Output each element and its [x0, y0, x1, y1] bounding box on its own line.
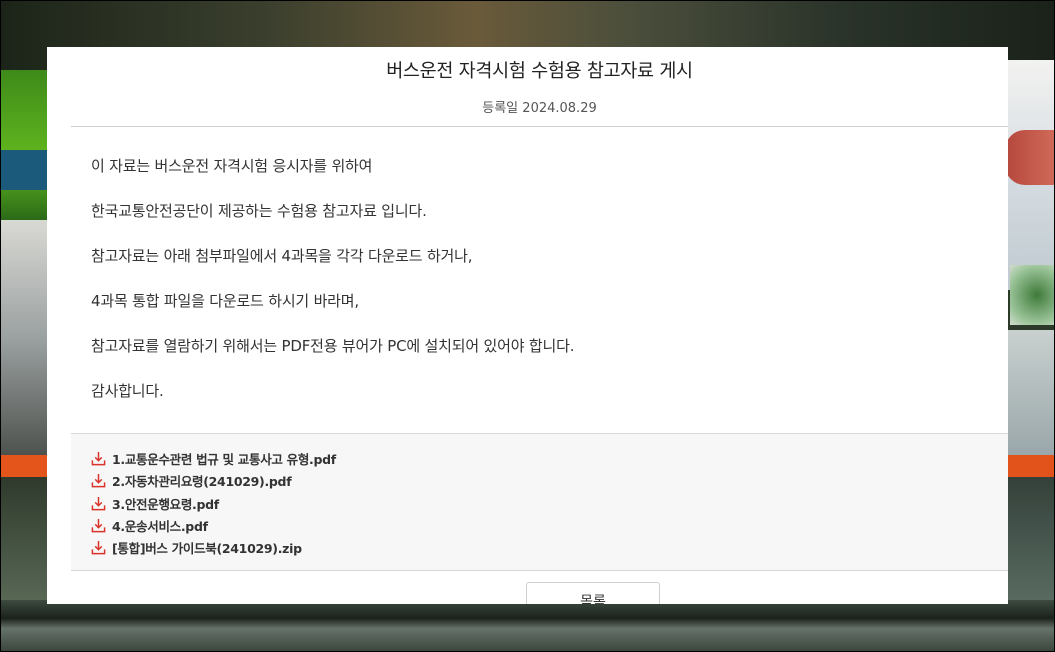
post-body: 이 자료는 버스운전 자격시험 응시자를 위하여 한국교통안전공단이 제공하는 …: [91, 154, 971, 424]
download-icon: [91, 540, 106, 554]
body-paragraph: 감사합니다.: [91, 382, 164, 400]
attachment-link[interactable]: 3.안전운행요령.pdf: [91, 493, 219, 513]
post-panel: 버스운전 자격시험 수험용 참고자료 게시 등록일 2024.08.29 이 자…: [47, 47, 1008, 604]
list-button[interactable]: 목록: [526, 582, 660, 604]
attachment-list: 1.교통운수관련 법규 및 교통사고 유형.pdf 2.자동차관리요령(2410…: [71, 433, 1008, 571]
post-title: 버스운전 자격시험 수험용 참고자료 게시: [386, 61, 693, 82]
attachment-name: 2.자동차관리요령(241029).pdf: [112, 473, 292, 489]
download-icon: [91, 473, 106, 487]
post-date-row: 등록일 2024.08.29: [71, 97, 1008, 116]
body-paragraph: 참고자료는 아래 첨부파일에서 4과목을 각각 다운로드 하거나,: [91, 247, 473, 265]
attachment-name: 4.운송서비스.pdf: [112, 518, 208, 534]
body-paragraph: 4과목 통합 파일을 다운로드 하시기 바라며,: [91, 292, 359, 310]
attachment-name: [통합]버스 가이드북(241029).zip: [112, 540, 302, 556]
body-paragraph: 이 자료는 버스운전 자격시험 응시자를 위하여: [91, 157, 373, 175]
download-icon: [91, 451, 106, 465]
attachment-name: 1.교통운수관련 법규 및 교통사고 유형.pdf: [112, 451, 336, 467]
attachment-link[interactable]: 4.운송서비스.pdf: [91, 515, 208, 535]
attachment-link[interactable]: 2.자동차관리요령(241029).pdf: [91, 470, 292, 490]
body-paragraph: 참고자료를 열람하기 위해서는 PDF전용 뷰어가 PC에 설치되어 있어야 합…: [91, 337, 575, 355]
attachment-link[interactable]: [통합]버스 가이드북(241029).zip: [91, 537, 302, 557]
attachment-link[interactable]: 1.교통운수관련 법규 및 교통사고 유형.pdf: [91, 448, 336, 468]
date-label: 등록일: [482, 101, 519, 116]
body-paragraph: 한국교통안전공단이 제공하는 수험용 참고자료 입니다.: [91, 202, 427, 220]
post-date: 2024.08.29: [522, 101, 597, 116]
download-icon: [91, 518, 106, 532]
download-icon: [91, 496, 106, 510]
header-divider: [71, 126, 1008, 127]
attachment-name: 3.안전운행요령.pdf: [112, 496, 219, 512]
